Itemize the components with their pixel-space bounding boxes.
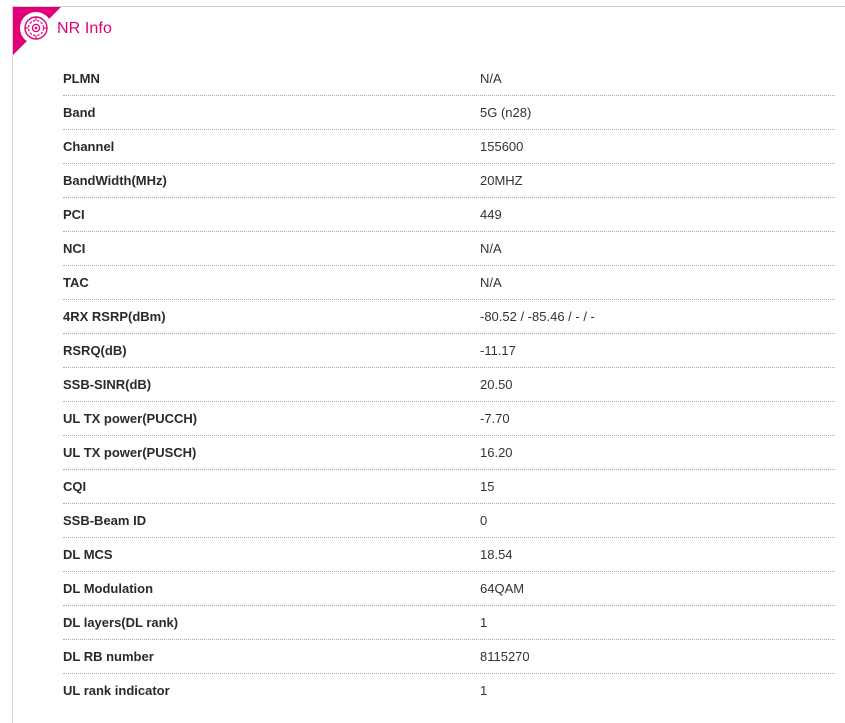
row-label: RSRQ(dB) [63, 343, 127, 358]
row-value: 449 [480, 207, 502, 222]
row-label: SSB-Beam ID [63, 513, 147, 528]
row-label: DL Modulation [63, 581, 154, 596]
row-label: TAC [63, 275, 89, 290]
table-row: SSB-SINR(dB) 20.50 [63, 368, 835, 402]
row-label: BandWidth(MHz) [63, 173, 167, 188]
row-value: 16.20 [480, 445, 513, 460]
row-value: -11.17 [480, 343, 516, 358]
row-value: 1 [480, 683, 488, 698]
table-row: DL layers(DL rank) 1 [63, 606, 835, 640]
row-label: UL TX power(PUCCH) [63, 411, 198, 426]
nr-info-table: PLMN N/A Band 5G (n28) Channel 155600 Ba… [63, 62, 835, 708]
row-value: -7.70 [480, 411, 510, 426]
row-label: SSB-SINR(dB) [63, 377, 152, 392]
table-row: UL TX power(PUCCH) -7.70 [63, 402, 835, 436]
row-value: -80.52 / -85.46 / - / - [480, 309, 595, 324]
row-label: DL RB number [63, 649, 154, 664]
row-value: N/A [480, 241, 502, 256]
row-value: 1 [480, 615, 488, 630]
table-row: TAC N/A [63, 266, 835, 300]
row-label: 4RX RSRP(dBm) [63, 309, 166, 324]
row-value: 8115270 [480, 649, 530, 664]
nr-signal-icon [20, 12, 52, 44]
table-row: SSB-Beam ID 0 [63, 504, 835, 538]
row-value: 18.54 [480, 547, 513, 562]
table-row: BandWidth(MHz) 20MHZ [63, 164, 835, 198]
row-label: DL layers(DL rank) [63, 615, 179, 630]
table-row: NCI N/A [63, 232, 835, 266]
row-value: 5G (n28) [480, 105, 532, 120]
row-label: Channel [63, 139, 115, 154]
row-label: UL TX power(PUSCH) [63, 445, 197, 460]
table-row: Channel 155600 [63, 130, 835, 164]
row-value: 20.50 [480, 377, 513, 392]
table-row: PLMN N/A [63, 62, 835, 96]
table-row: RSRQ(dB) -11.17 [63, 334, 835, 368]
table-row: DL Modulation 64QAM [63, 572, 835, 606]
row-value: 0 [480, 513, 488, 528]
row-label: PLMN [63, 71, 100, 86]
table-row: CQI 15 [63, 470, 835, 504]
row-label: CQI [63, 479, 87, 494]
table-row: 4RX RSRP(dBm) -80.52 / -85.46 / - / - [63, 300, 835, 334]
panel-title: NR Info [57, 20, 112, 37]
row-label: DL MCS [63, 547, 113, 562]
table-row: Band 5G (n28) [63, 96, 835, 130]
table-row: UL TX power(PUSCH) 16.20 [63, 436, 835, 470]
row-value: 64QAM [480, 581, 525, 596]
nr-info-panel: NR Info PLMN N/A Band 5G (n28) Channel 1… [12, 6, 845, 723]
row-label: UL rank indicator [63, 683, 170, 698]
row-value: N/A [480, 275, 502, 290]
row-value: 155600 [480, 139, 524, 154]
table-row: PCI 449 [63, 198, 835, 232]
row-label: NCI [63, 241, 86, 256]
row-value: 15 [480, 479, 495, 494]
row-label: Band [63, 105, 96, 120]
table-row: DL RB number 8115270 [63, 640, 835, 674]
row-value: 20MHZ [480, 173, 523, 188]
row-label: PCI [63, 207, 85, 222]
table-row: UL rank indicator 1 [63, 674, 835, 708]
table-row: DL MCS 18.54 [63, 538, 835, 572]
row-value: N/A [480, 71, 502, 86]
panel-header: NR Info [13, 7, 845, 55]
